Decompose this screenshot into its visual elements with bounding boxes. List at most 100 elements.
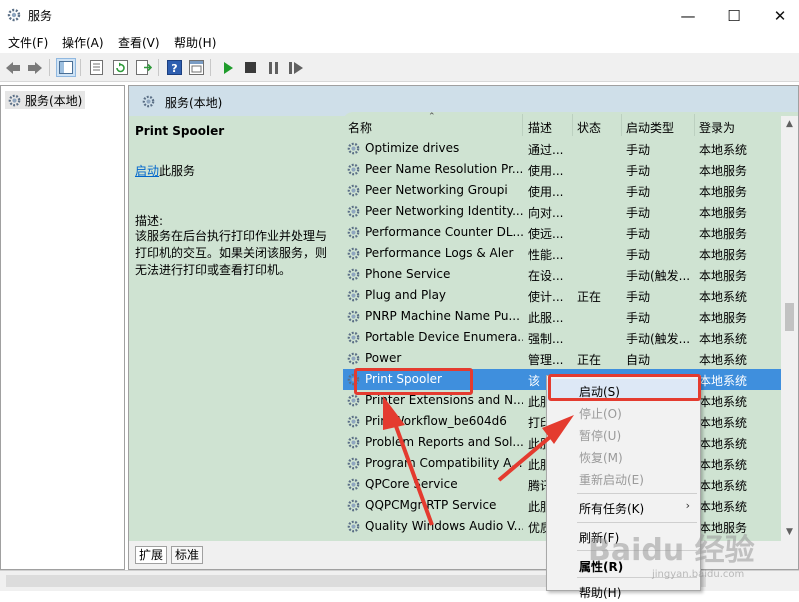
service-gear-icon: [347, 499, 360, 512]
menu-item-stop: 停止(O): [579, 407, 622, 421]
service-start-type: 手动: [626, 311, 651, 325]
tab-standard[interactable]: 标准: [171, 546, 204, 564]
service-gear-icon: [347, 247, 360, 260]
service-desc: 管理...: [528, 353, 564, 367]
export-list-icon[interactable]: [134, 58, 154, 77]
service-start-type: 手动: [626, 290, 651, 304]
menu-item-resume: 恢复(M): [579, 451, 623, 465]
services-gear-icon: [8, 94, 21, 106]
service-name: Plug and Play: [365, 288, 447, 302]
service-row[interactable]: Performance Counter DL... 使远... 手动 本地服务: [343, 222, 781, 243]
service-logon: 本地系统: [699, 332, 748, 346]
menu-help[interactable]: 帮助(H): [174, 34, 216, 51]
menu-action[interactable]: 操作(A): [62, 34, 104, 51]
tab-extended[interactable]: 扩展: [135, 546, 168, 564]
service-desc: 此服...: [528, 311, 564, 325]
service-gear-icon: [347, 436, 360, 449]
menu-item-all-tasks[interactable]: 所有任务(K) ›: [547, 496, 700, 518]
service-gear-icon: [347, 520, 360, 533]
highlight-start-menu-item: [548, 374, 701, 401]
service-name: Portable Device Enumera...: [365, 330, 523, 344]
service-logon: 本地系统: [699, 374, 748, 388]
service-logon: 本地服务: [699, 248, 748, 262]
console-icon[interactable]: [186, 58, 206, 77]
baidu-jingyan-watermark: Baidu 经验 jingyan.baidu.com: [588, 533, 755, 580]
service-row[interactable]: Power 管理... 正在 自动 本地系统: [343, 348, 781, 369]
minimize-button[interactable]: —: [665, 0, 711, 31]
service-gear-icon: [347, 142, 360, 155]
service-start-type: 手动: [626, 248, 651, 262]
close-button[interactable]: ✕: [757, 0, 799, 31]
column-header-start-type[interactable]: 启动类型: [626, 119, 674, 136]
service-name: PrintWorkflow_be604d6: [365, 414, 507, 428]
service-name: QQPCMgr RTP Service: [365, 498, 497, 512]
service-logon: 本地服务: [699, 269, 748, 283]
start-service-icon[interactable]: [218, 58, 238, 77]
services-gear-icon: [7, 8, 21, 22]
highlight-print-spooler: [354, 368, 473, 395]
service-detail-panel: Print Spooler 启动此服务 描述: 该服务在后台执行打印作业并处理与…: [129, 116, 339, 541]
refresh-icon[interactable]: [110, 58, 130, 77]
service-gear-icon: [347, 184, 360, 197]
column-header-desc[interactable]: 描述: [528, 119, 552, 136]
service-logon: 本地服务: [699, 311, 748, 325]
menu-item-restart: 重新启动(E): [579, 473, 644, 487]
service-logon: 本地服务: [699, 185, 748, 199]
detail-start-line: 启动此服务: [135, 162, 195, 179]
service-row[interactable]: Plug and Play 使计... 正在 手动 本地系统: [343, 285, 781, 306]
service-gear-icon: [347, 394, 360, 407]
properties-icon[interactable]: [86, 58, 106, 77]
column-header-state[interactable]: 状态: [577, 119, 601, 136]
service-gear-icon: [347, 289, 360, 302]
help-icon[interactable]: ?: [164, 58, 184, 77]
forward-icon[interactable]: [25, 58, 45, 77]
menu-view[interactable]: 查看(V): [118, 34, 160, 51]
restart-service-icon[interactable]: [286, 58, 306, 77]
service-name: Program Compatibility A...: [365, 456, 523, 470]
service-name: PNRP Machine Name Pu...: [365, 309, 520, 323]
show-hide-tree-icon[interactable]: [56, 58, 76, 77]
menu-item-pause: 暂停(U): [579, 429, 622, 443]
service-gear-icon: [347, 268, 360, 281]
vertical-scrollbar[interactable]: ▲ ▼: [781, 116, 798, 541]
service-row[interactable]: Phone Service 在设... 手动(触发... 本地服务: [343, 264, 781, 285]
service-row[interactable]: Performance Logs & Aler 性能... 手动 本地服务: [343, 243, 781, 264]
scroll-up-icon[interactable]: ▲: [781, 116, 798, 133]
service-state: 正在: [577, 290, 602, 304]
service-gear-icon: [347, 163, 360, 176]
service-name: Peer Networking Groupi: [365, 183, 508, 197]
service-gear-icon: [347, 415, 360, 428]
service-row[interactable]: Portable Device Enumera... 强制... 手动(触发... 本…: [343, 327, 781, 348]
service-desc: 使计...: [528, 290, 564, 304]
service-row[interactable]: Peer Name Resolution Pr... 使用... 手动 本地服务: [343, 159, 781, 180]
service-start-type: 手动: [626, 164, 651, 178]
service-logon: 本地服务: [699, 206, 748, 220]
service-row[interactable]: Peer Networking Groupi 使用... 手动 本地服务: [343, 180, 781, 201]
back-icon[interactable]: [3, 58, 23, 77]
detail-desc-label: 描述:: [135, 214, 164, 228]
sort-ascending-icon: ⌃: [428, 112, 436, 122]
stop-service-icon[interactable]: [240, 58, 260, 77]
column-header-row: ⌃ 名称 描述 状态 启动类型 登录为: [343, 112, 798, 138]
service-name: QPCore Service: [365, 477, 458, 491]
service-desc: 使远...: [528, 227, 564, 241]
service-name: Power: [365, 351, 402, 365]
pause-service-icon[interactable]: [263, 58, 283, 77]
maximize-button[interactable]: ☐: [711, 0, 757, 31]
column-header-name[interactable]: 名称: [348, 119, 372, 136]
scroll-thumb[interactable]: [785, 303, 794, 331]
service-gear-icon: [347, 478, 360, 491]
tree-node-services-local[interactable]: 服务(本地): [5, 91, 86, 109]
service-logon: 本地系统: [699, 143, 748, 157]
svg-text:?: ?: [171, 62, 177, 75]
menu-bar: 文件(F) 操作(A) 查看(V) 帮助(H): [0, 31, 799, 53]
menu-file[interactable]: 文件(F): [8, 34, 48, 51]
service-row[interactable]: Optimize drives 通过... 手动 本地系统: [343, 138, 781, 159]
service-state: 正在: [577, 353, 602, 367]
start-service-link[interactable]: 启动: [135, 164, 159, 178]
column-header-logon[interactable]: 登录为: [699, 119, 735, 136]
service-row[interactable]: Peer Networking Identity... 向对... 手动 本地服务: [343, 201, 781, 222]
detail-service-name: Print Spooler: [135, 124, 225, 138]
tree-pane: 服务(本地): [0, 85, 125, 570]
service-row[interactable]: PNRP Machine Name Pu... 此服... 手动 本地服务: [343, 306, 781, 327]
